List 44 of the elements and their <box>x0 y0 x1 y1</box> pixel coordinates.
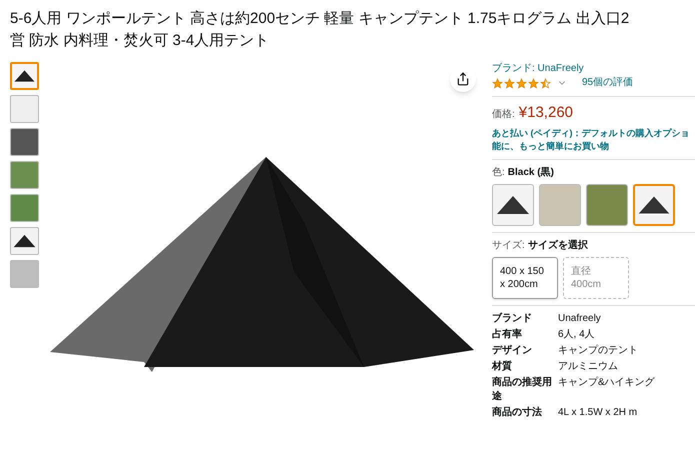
rating-count-link[interactable]: 95個の評価 <box>582 76 634 90</box>
thumbnail-image[interactable] <box>10 62 39 90</box>
star-icon <box>540 78 551 88</box>
size-option[interactable]: 直径 400cm <box>563 257 629 299</box>
price-value: ¥13,260 <box>518 103 574 123</box>
color-swatch[interactable] <box>586 184 628 226</box>
star-icon <box>504 78 515 88</box>
spec-name: 占有率 <box>492 328 523 342</box>
color-swatch[interactable] <box>492 184 534 226</box>
color-swatch[interactable] <box>539 184 581 226</box>
thumbnail-image[interactable] <box>10 260 39 288</box>
thumbnail-image[interactable] <box>10 95 39 123</box>
product-title: 営 防水 内料理・焚火可 3-4人用テント <box>10 31 270 51</box>
spec-name: ブランド <box>492 312 533 326</box>
size-label: サイズ: <box>492 239 525 253</box>
product-title: 5-6人用 ワンポールテント 高さは約200センチ 軽量 キャンプテント 1.75キログラム 出入口2 <box>10 9 630 29</box>
spec-value: Unafreely <box>558 312 601 326</box>
spec-value: キャンプ&ハイキング <box>558 376 655 390</box>
thumbnail-image[interactable] <box>10 161 39 189</box>
star-icon <box>528 78 539 88</box>
star-icon <box>492 78 503 88</box>
spec-value: キャンプのテント <box>558 344 638 358</box>
spec-value: アルミニウム <box>558 360 618 374</box>
share-icon <box>456 72 470 86</box>
color-value: Black (黒) <box>508 166 554 180</box>
spec-name: デザイン <box>492 344 533 358</box>
color-label: 色: <box>492 166 505 180</box>
payment-info-text[interactable]: あと払い (ペイディ)：デフォルトの購入オプショ <box>492 127 690 140</box>
size-value: サイズを選択 <box>528 239 588 253</box>
thumbnail-image[interactable] <box>10 227 39 255</box>
spec-value: 4L x 1.5W x 2H m <box>558 406 638 420</box>
size-option[interactable]: 400 x 150 x 200cm <box>492 257 558 299</box>
thumbnail-image[interactable] <box>10 194 39 222</box>
spec-name: 商品の推奨用途 <box>492 376 553 404</box>
star-icon <box>516 78 527 88</box>
color-swatch[interactable] <box>633 184 675 226</box>
price-label: 価格: <box>492 108 515 122</box>
payment-info-text[interactable]: 能に、もっと簡単にお買い物 <box>492 140 609 153</box>
thumbnail-image[interactable] <box>10 128 39 156</box>
spec-value: 6人, 4人 <box>558 328 595 342</box>
spec-name: 材質 <box>492 360 513 374</box>
spec-name: 商品の寸法 <box>492 406 543 420</box>
brand-link[interactable]: ブランド: UnaFreely <box>492 62 584 76</box>
share-button[interactable] <box>450 66 476 92</box>
